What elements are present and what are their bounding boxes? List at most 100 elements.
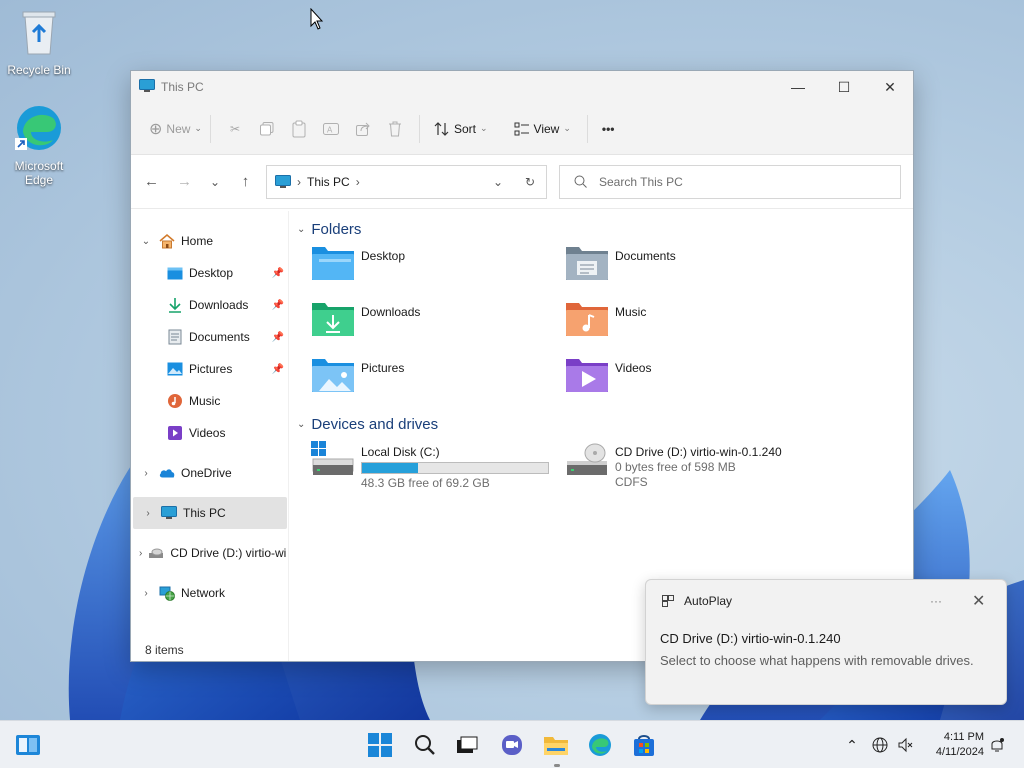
task-view-button[interactable]	[453, 731, 481, 759]
nav-label: Desktop	[189, 266, 234, 280]
search-input[interactable]: Search This PC	[559, 164, 901, 199]
nav-item-pictures[interactable]: Pictures 📌	[131, 353, 288, 385]
system-clock[interactable]: 4:11 PM 4/11/2024	[920, 730, 984, 760]
chevron-down-icon[interactable]: ⌄	[297, 224, 305, 235]
nav-item-desktop[interactable]: Desktop 📌	[131, 257, 288, 289]
folder-tile-desktop[interactable]: Desktop	[311, 245, 561, 285]
file-explorer-taskbar-button[interactable]	[542, 731, 570, 759]
nav-item-network[interactable]: › Network	[131, 577, 288, 609]
widgets-button[interactable]	[14, 731, 42, 759]
documents-folder-icon	[565, 245, 609, 285]
show-hidden-icons-button[interactable]: ⌃	[840, 731, 864, 759]
notification-close-button[interactable]: ✕	[972, 591, 985, 611]
folders-group-header[interactable]: ⌄ Folders	[297, 221, 361, 238]
trash-icon	[388, 121, 401, 136]
share-button[interactable]	[347, 113, 379, 145]
notification-header: AutoPlay	[662, 594, 732, 608]
drive-tile-c[interactable]: Local Disk (C:) 48.3 GB free of 69.2 GB	[311, 441, 561, 490]
chevron-right-icon[interactable]: ›	[139, 548, 142, 559]
paste-button[interactable]	[283, 113, 315, 145]
notifications-button[interactable]	[986, 731, 1008, 759]
documents-folder-icon	[167, 329, 183, 345]
nav-item-onedrive[interactable]: › OneDrive	[131, 457, 288, 489]
search-icon	[574, 175, 587, 188]
clipboard-icon	[292, 120, 306, 137]
notification-bell-icon	[991, 738, 1004, 752]
nav-label: Music	[189, 394, 221, 408]
address-history-dropdown[interactable]: ⌄	[482, 175, 514, 189]
nav-label: Network	[181, 586, 226, 600]
nav-item-downloads[interactable]: Downloads 📌	[131, 289, 288, 321]
minimize-button[interactable]: —	[775, 71, 821, 103]
nav-item-home[interactable]: ⌄ Home	[131, 225, 288, 257]
title-bar[interactable]: This PC — ☐ ✕	[131, 71, 913, 103]
nav-item-videos[interactable]: Videos	[131, 417, 288, 449]
drive-tile-d[interactable]: CD Drive (D:) virtio-win-0.1.240 0 bytes…	[565, 441, 815, 489]
pin-icon[interactable]: 📌	[272, 364, 284, 375]
copy-button[interactable]	[251, 113, 283, 145]
windows-logo-icon	[368, 733, 392, 757]
new-button[interactable]: ⊕ New ⌄	[149, 113, 202, 145]
nav-item-cd-drive[interactable]: › CD Drive (D:) virtio-win-0.1.240	[131, 537, 287, 569]
language-button[interactable]	[868, 731, 892, 759]
search-button[interactable]	[411, 731, 439, 759]
share-icon	[355, 122, 370, 136]
recent-locations-button[interactable]: ⌄	[201, 166, 229, 198]
forward-button[interactable]: →	[168, 166, 201, 198]
pin-icon[interactable]: 📌	[272, 268, 284, 279]
chevron-right-icon[interactable]: ›	[141, 508, 155, 519]
folder-tile-videos[interactable]: Videos	[565, 357, 815, 397]
close-button[interactable]: ✕	[867, 71, 913, 103]
sort-button[interactable]: Sort ⌄	[434, 113, 488, 145]
desktop-icon-edge[interactable]: Microsoft Edge	[2, 104, 76, 187]
scissors-icon: ✂	[229, 121, 240, 136]
pin-icon[interactable]: 📌	[272, 332, 284, 343]
folder-tile-music[interactable]: Music	[565, 301, 815, 341]
chevron-down-icon[interactable]: ⌄	[297, 419, 305, 430]
up-button[interactable]: ↑	[229, 166, 262, 198]
drives-group-header[interactable]: ⌄ Devices and drives	[297, 416, 438, 433]
local-disk-icon	[311, 441, 355, 481]
network-icon	[159, 585, 175, 601]
folder-tile-downloads[interactable]: Downloads	[311, 301, 561, 341]
chat-button[interactable]	[498, 731, 526, 759]
drive-name: CD Drive (D:) virtio-win-0.1.240	[615, 445, 782, 459]
address-row: ← → ⌄ ↑ › This PC › ⌄ ↻ Search This PC	[131, 155, 913, 209]
breadcrumb-this-pc[interactable]: This PC	[307, 175, 350, 189]
onedrive-cloud-icon	[159, 465, 175, 481]
this-pc-icon	[139, 78, 155, 96]
toolbar-divider	[418, 114, 420, 143]
edge-taskbar-button[interactable]	[586, 731, 614, 759]
chevron-right-icon[interactable]: ›	[139, 468, 153, 479]
cut-button[interactable]: ✂	[219, 113, 251, 145]
start-button[interactable]	[366, 731, 394, 759]
view-button[interactable]: View ⌄	[514, 113, 571, 145]
nav-item-documents[interactable]: Documents 📌	[131, 321, 288, 353]
see-more-button[interactable]: •••	[602, 113, 615, 145]
nav-item-music[interactable]: Music	[131, 385, 288, 417]
rename-button[interactable]: A	[315, 113, 347, 145]
volume-button[interactable]	[893, 731, 917, 759]
store-taskbar-button[interactable]	[630, 731, 658, 759]
clock-time: 4:11 PM	[943, 731, 984, 743]
folder-tile-pictures[interactable]: Pictures	[311, 357, 561, 397]
chevron-right-icon[interactable]: ›	[139, 588, 153, 599]
notification-more-button[interactable]: ···	[930, 594, 942, 608]
refresh-button[interactable]: ↻	[514, 175, 546, 189]
address-bar[interactable]: › This PC › ⌄ ↻	[266, 164, 547, 199]
nav-item-this-pc[interactable]: › This PC	[133, 497, 287, 529]
nav-label: Videos	[189, 426, 226, 440]
search-placeholder: Search This PC	[599, 174, 683, 189]
delete-button[interactable]	[379, 113, 411, 145]
chevron-down-icon[interactable]: ⌄	[139, 236, 153, 247]
maximize-button[interactable]: ☐	[821, 71, 867, 103]
pictures-folder-icon	[167, 361, 183, 377]
breadcrumb-separator-icon: ›	[355, 174, 360, 189]
autoplay-notification[interactable]: AutoPlay ··· ✕ CD Drive (D:) virtio-win-…	[645, 579, 1007, 705]
downloads-folder-icon	[311, 301, 355, 341]
folder-tile-documents[interactable]: Documents	[565, 245, 815, 285]
back-button[interactable]: ←	[135, 166, 168, 198]
desktop-icon-recycle-bin[interactable]: Recycle Bin	[2, 8, 76, 77]
plus-circle-icon: ⊕	[149, 120, 163, 138]
pin-icon[interactable]: 📌	[272, 300, 284, 311]
